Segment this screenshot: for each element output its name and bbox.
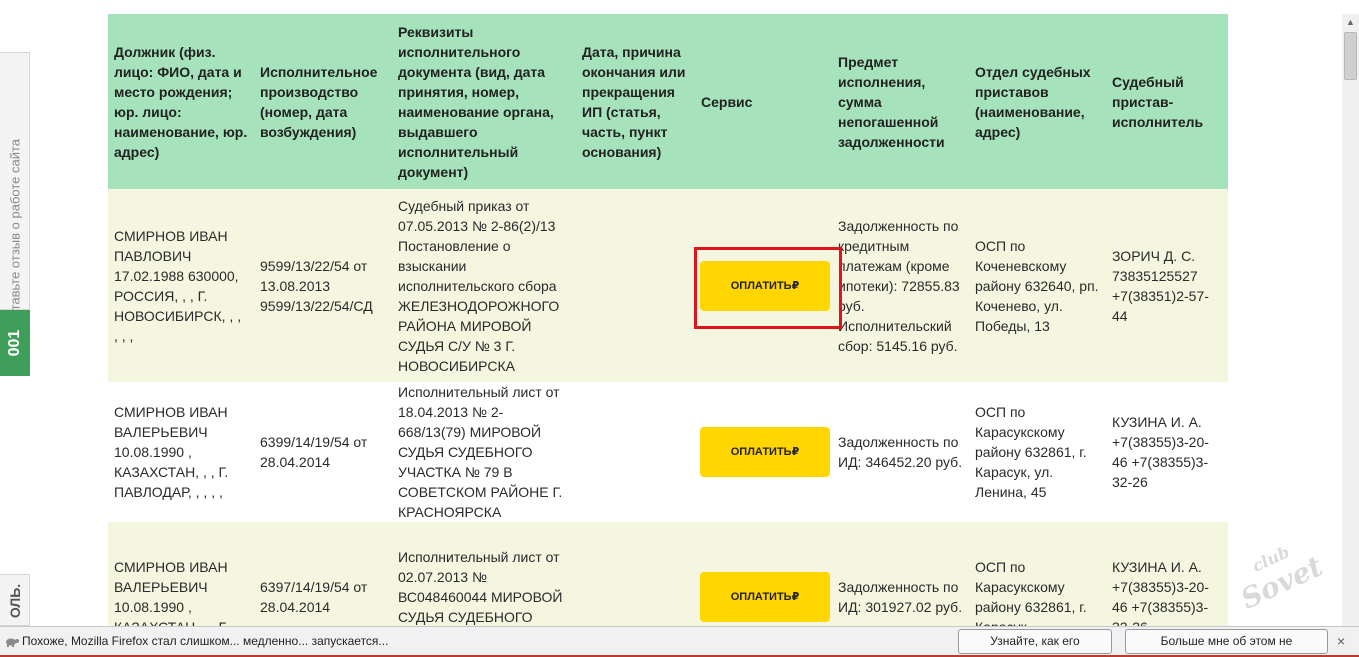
pay-button-label: ОПЛАТИТЬ	[730, 591, 792, 603]
table-row: СМИРНОВ ИВАН ВАЛЕРЬЕВИЧ 10.08.1990 , КАЗ…	[108, 522, 1228, 634]
pay-button[interactable]: ОПЛАТИТЬ₽	[700, 427, 830, 477]
header-debtor: Должник (физ. лицо: ФИО, дата и место ро…	[108, 14, 254, 189]
header-subject: Предмет исполнения, сумма непогашенной з…	[832, 14, 969, 189]
subject-cell: Задолженность по ИД: 301927.02 руб.	[832, 522, 969, 634]
document-cell: Исполнительный лист от 18.04.2013 № 2-66…	[392, 382, 576, 522]
scroll-up-arrow-icon[interactable]: ▲	[1342, 14, 1359, 30]
feedback-tab[interactable]: Оставьте отзыв о работе сайта	[0, 52, 30, 327]
proceeding-cell: 6397/14/19/54 от 28.04.2014	[254, 522, 392, 634]
header-end-reason: Дата, причина окончания или прекращения …	[576, 14, 695, 189]
header-bailiff: Судебный пристав-исполнитель	[1106, 14, 1228, 189]
department-cell: ОСП по Карасукскому району 632861, г. Ка…	[969, 382, 1106, 522]
service-cell: ОПЛАТИТЬ₽	[694, 189, 842, 382]
end-reason-cell	[576, 189, 695, 382]
debtor-cell: СМИРНОВ ИВАН ВАЛЕРЬЕВИЧ 10.08.1990 , КАЗ…	[108, 522, 254, 634]
bailiff-cell: КУЗИНА И. А. +7(38355)3-20-46 +7(38355)3…	[1106, 522, 1228, 634]
table-row: СМИРНОВ ИВАН ВАЛЕРЬЕВИЧ 10.08.1990 , КАЗ…	[108, 382, 1228, 522]
document-cell: Судебный приказ от 07.05.2013 № 2-86(2)/…	[392, 189, 576, 382]
end-reason-cell	[576, 522, 695, 634]
bailiff-cell: ЗОРИЧ Д. С. 73835125527 +7(38351)2-57-44	[1106, 189, 1228, 382]
subject-cell: Задолженность по кредитным платежам (кро…	[832, 189, 969, 382]
header-service: Сервис	[695, 14, 832, 189]
counter-label: 001	[6, 329, 23, 357]
scroll-thumb[interactable]	[1344, 32, 1357, 80]
service-cell: ОПЛАТИТЬ₽	[695, 522, 832, 634]
bailiff-cell: КУЗИНА И. А. +7(38355)3-20-46 +7(38355)3…	[1106, 382, 1228, 522]
dont-show-again-button[interactable]: Больше мне об этом не сообщать	[1125, 629, 1328, 654]
header-proceeding: Исполнительное производство (номер, дата…	[254, 14, 392, 189]
proceeding-cell: 9599/13/22/54 от 13.08.2013 9599/13/22/5…	[254, 189, 392, 382]
header-document: Реквизиты исполнительного документа (вид…	[392, 14, 576, 189]
results-table: Должник (физ. лицо: ФИО, дата и место ро…	[108, 14, 1228, 634]
end-reason-cell	[576, 382, 695, 522]
debtor-cell: СМИРНОВ ИВАН ПАВЛОВИЧ 17.02.1988 630000,…	[108, 189, 254, 382]
ruble-icon: ₽	[791, 446, 800, 458]
debtor-cell: СМИРНОВ ИВАН ВАЛЕРЬЕВИЧ 10.08.1990 , КАЗ…	[108, 382, 254, 522]
pay-button[interactable]: ОПЛАТИТЬ₽	[700, 572, 830, 622]
department-cell: ОСП по Карасукскому району 632861, г. Ка…	[969, 522, 1106, 634]
turtle-icon	[6, 638, 19, 647]
document-cell: Исполнительный лист от 02.07.2013 № ВС04…	[392, 522, 576, 634]
subject-cell: Задолженность по ИД: 346452.20 руб.	[832, 382, 969, 522]
department-cell: ОСП по Коченевскому району 632640, рп. К…	[969, 189, 1106, 382]
ruble-icon: ₽	[791, 591, 800, 603]
table-row: СМИРНОВ ИВАН ПАВЛОВИЧ 17.02.1988 630000,…	[108, 189, 1228, 382]
close-icon[interactable]: ×	[1337, 633, 1345, 649]
table-header-row: Должник (физ. лицо: ФИО, дата и место ро…	[108, 14, 1228, 189]
proceeding-cell: 6399/14/19/54 от 28.04.2014	[254, 382, 392, 522]
header-department: Отдел судебных приставов (наименование, …	[969, 14, 1106, 189]
counter-tab[interactable]: 001	[0, 310, 30, 376]
service-cell: ОПЛАТИТЬ₽	[695, 382, 832, 522]
site-watermark-logo: club Sovet	[1213, 526, 1351, 640]
pay-button[interactable]: ОПЛАТИТЬ₽	[700, 260, 830, 311]
pay-button-label: ОПЛАТИТЬ	[730, 279, 792, 292]
ruble-icon: ₽	[791, 279, 800, 292]
pay-button-label: ОПЛАТИТЬ	[730, 446, 792, 458]
vertical-scrollbar[interactable]: ▲	[1342, 14, 1359, 626]
profile-label: ОЛЬ.	[7, 583, 23, 619]
notification-message: Похоже, Mozilla Firefox стал слишком... …	[22, 634, 389, 648]
firefox-notification-bar: Похоже, Mozilla Firefox стал слишком... …	[0, 626, 1359, 657]
profile-tab[interactable]: ОЛЬ.	[0, 574, 30, 626]
pay-button-highlight: ОПЛАТИТЬ₽	[694, 246, 842, 329]
speed-up-button[interactable]: Узнайте, как его ускорить	[958, 629, 1112, 654]
